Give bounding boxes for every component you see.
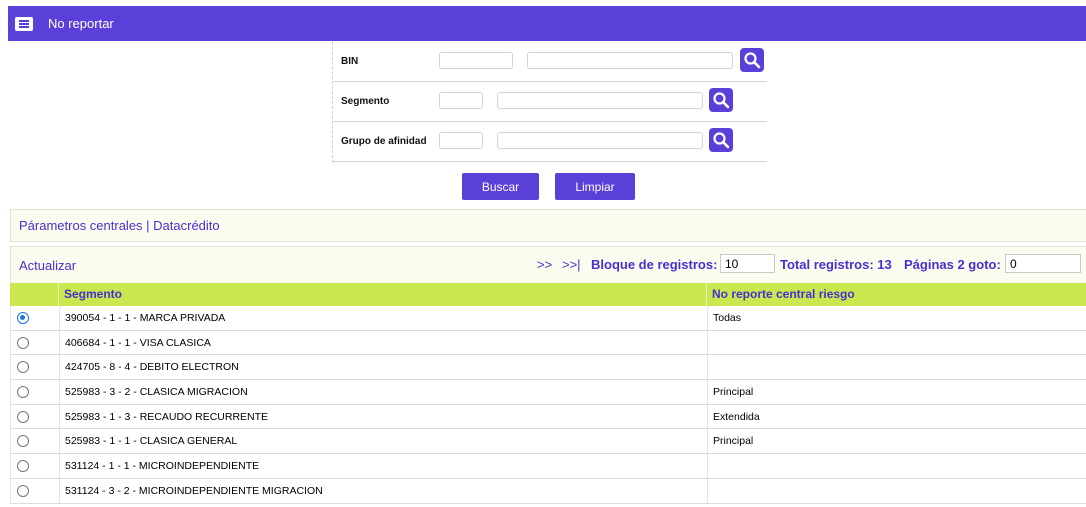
page-title: No reportar — [48, 16, 114, 31]
actualizar-link[interactable]: Actualizar — [19, 258, 76, 273]
table-row[interactable]: 525983 - 1 - 1 - CLASICA GENERAL Principa… — [10, 429, 1086, 455]
segmento-cell: 390054 - 1 - 1 - MARCA PRIVADA — [65, 312, 226, 324]
reporte-cell: Extendida — [713, 410, 760, 423]
segmento-cell: 531124 - 3 - 2 - MICROINDEPENDIENTE MIGR… — [65, 484, 323, 497]
bloque-input[interactable] — [720, 254, 775, 273]
grupo-code-input[interactable] — [439, 132, 483, 149]
segmento-description-input[interactable] — [497, 92, 703, 109]
column-header-segmento[interactable]: Segmento — [64, 287, 122, 301]
row-select-radio[interactable] — [17, 435, 29, 448]
row-select-radio[interactable] — [17, 336, 29, 349]
segmento-cell: 525983 - 3 - 2 - CLASICA MIGRACION — [65, 386, 248, 399]
row-select-radio[interactable] — [17, 460, 29, 473]
total-registros: Total registros: 13 — [780, 257, 892, 272]
limpiar-button[interactable]: Limpiar — [555, 173, 635, 200]
filter-row-segmento: Segmento — [333, 82, 767, 122]
segmento-search-button[interactable] — [709, 88, 733, 112]
bin-code-input[interactable] — [439, 52, 513, 69]
grupo-search-button[interactable] — [709, 128, 733, 152]
breadcrumb: Párametros centrales | Datacrédito — [10, 209, 1086, 242]
paginas-label: Páginas 2 goto: — [904, 257, 1001, 272]
next-page-link[interactable]: >> — [537, 257, 552, 272]
buscar-button[interactable]: Buscar — [462, 173, 539, 200]
reporte-cell: Todas — [713, 312, 742, 324]
filter-row-grupo: Grupo de afinidad — [333, 122, 767, 162]
bin-label: BIN — [341, 56, 359, 67]
column-header-reporte[interactable]: No reporte central riesgo — [712, 287, 855, 301]
table-row[interactable]: 525983 - 3 - 2 - CLASICA MIGRACION Princi… — [10, 380, 1086, 405]
page-header: No reportar — [8, 6, 1086, 41]
bloque-label: Bloque de registros: — [591, 257, 718, 272]
segmento-code-input[interactable] — [439, 92, 483, 109]
grid-toolbar: Actualizar >> >>| Bloque de registros: T… — [10, 246, 1086, 284]
row-select-radio[interactable] — [17, 361, 29, 374]
grupo-label: Grupo de afinidad — [341, 136, 427, 147]
segmento-label: Segmento — [341, 96, 390, 107]
reporte-cell: Principal — [713, 386, 754, 399]
table-row[interactable]: 531124 - 3 - 2 - MICROINDEPENDIENTE MIGR… — [10, 478, 1086, 504]
search-icon — [713, 132, 730, 149]
table-row[interactable]: 390054 - 1 - 1 - MARCA PRIVADA Todas — [10, 306, 1086, 331]
filter-row-bin: BIN — [333, 42, 767, 82]
section-title: Párametros centrales | Datacrédito — [19, 218, 220, 233]
bin-search-button[interactable] — [740, 48, 764, 72]
table-body: 390054 - 1 - 1 - MARCA PRIVADA Todas 40668… — [10, 306, 1086, 504]
last-page-link[interactable]: >>| — [562, 257, 581, 272]
table-row[interactable]: 525983 - 1 - 3 - RECAUDO RECURRENTE Exten… — [10, 404, 1086, 430]
table-row[interactable]: 406684 - 1 - 1 - VISA CLASICA — [10, 330, 1086, 356]
segmento-cell: 525983 - 1 - 1 - CLASICA GENERAL — [65, 435, 238, 448]
row-select-radio[interactable] — [17, 386, 29, 399]
list-icon — [15, 16, 33, 31]
filter-form: BIN Segmento Grupo de afinidad — [332, 42, 767, 163]
row-select-radio[interactable] — [17, 312, 29, 324]
segmento-cell: 406684 - 1 - 1 - VISA CLASICA — [65, 336, 211, 349]
segmento-cell: 531124 - 1 - 1 - MICROINDEPENDIENTE — [65, 460, 260, 473]
reporte-cell: Principal — [713, 435, 754, 448]
segmento-cell: 525983 - 1 - 3 - RECAUDO RECURRENTE — [65, 410, 269, 423]
bin-description-input[interactable] — [527, 52, 733, 69]
row-select-radio[interactable] — [17, 410, 29, 423]
search-icon — [713, 92, 730, 109]
row-select-radio[interactable] — [17, 484, 29, 497]
goto-input[interactable] — [1005, 254, 1081, 273]
table-row[interactable]: 531124 - 1 - 1 - MICROINDEPENDIENTE — [10, 454, 1086, 479]
grupo-description-input[interactable] — [497, 132, 703, 149]
segmento-cell: 424705 - 8 - 4 - DEBITO ELECTRON — [65, 361, 239, 374]
table-header: Segmento No reporte central riesgo — [10, 283, 1086, 306]
search-icon — [744, 52, 761, 69]
table-row[interactable]: 424705 - 8 - 4 - DEBITO ELECTRON — [10, 355, 1086, 381]
